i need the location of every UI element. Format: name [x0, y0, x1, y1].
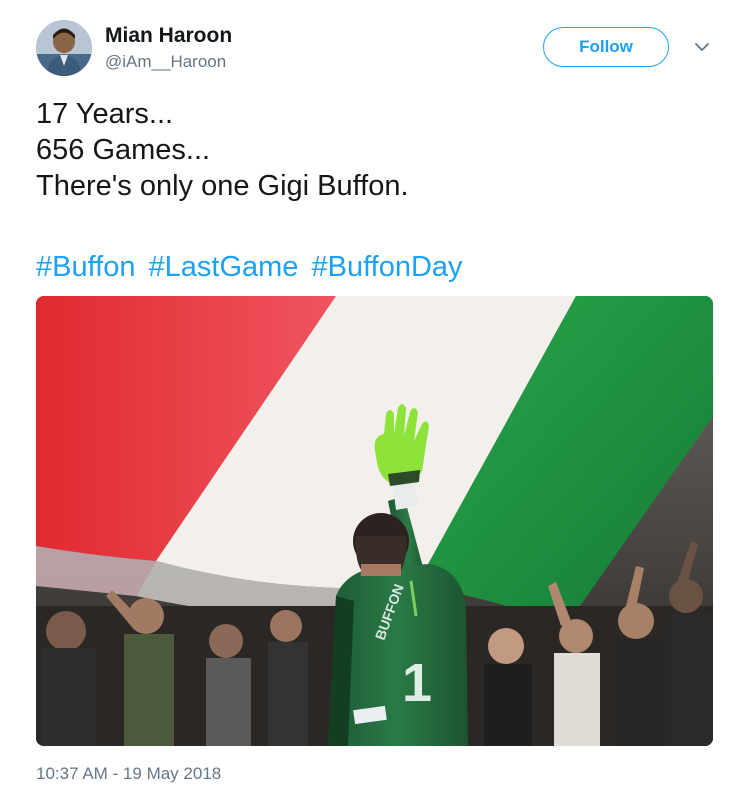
chevron-down-icon[interactable] — [693, 38, 711, 56]
hashtag-link[interactable]: #Buffon — [36, 251, 135, 283]
tweet-line: 17 Years... — [36, 98, 174, 130]
tweet-timestamp[interactable]: 10:37 AM - 19 May 2018 — [36, 764, 221, 784]
avatar[interactable] — [36, 20, 92, 76]
tweet-card: Mian Haroon @iAm__Haroon Follow 17 Years… — [0, 0, 750, 796]
tweet-text: 17 Years... 656 Games... There's only on… — [36, 96, 696, 204]
tweet-photo[interactable]: BUFFON 1 — [36, 296, 713, 746]
tweet-line: 656 Games... — [36, 134, 211, 166]
tweet-line: There's only one Gigi Buffon. — [36, 170, 409, 202]
hashtag-link[interactable]: #BuffonDay — [312, 251, 463, 283]
hashtag-list: #Buffon #LastGame #BuffonDay — [36, 249, 468, 285]
hashtag-link[interactable]: #LastGame — [149, 251, 299, 283]
author-name[interactable]: Mian Haroon — [105, 24, 232, 48]
author-handle[interactable]: @iAm__Haroon — [105, 52, 226, 72]
follow-button[interactable]: Follow — [543, 27, 669, 67]
jersey-number: 1 — [402, 653, 432, 713]
